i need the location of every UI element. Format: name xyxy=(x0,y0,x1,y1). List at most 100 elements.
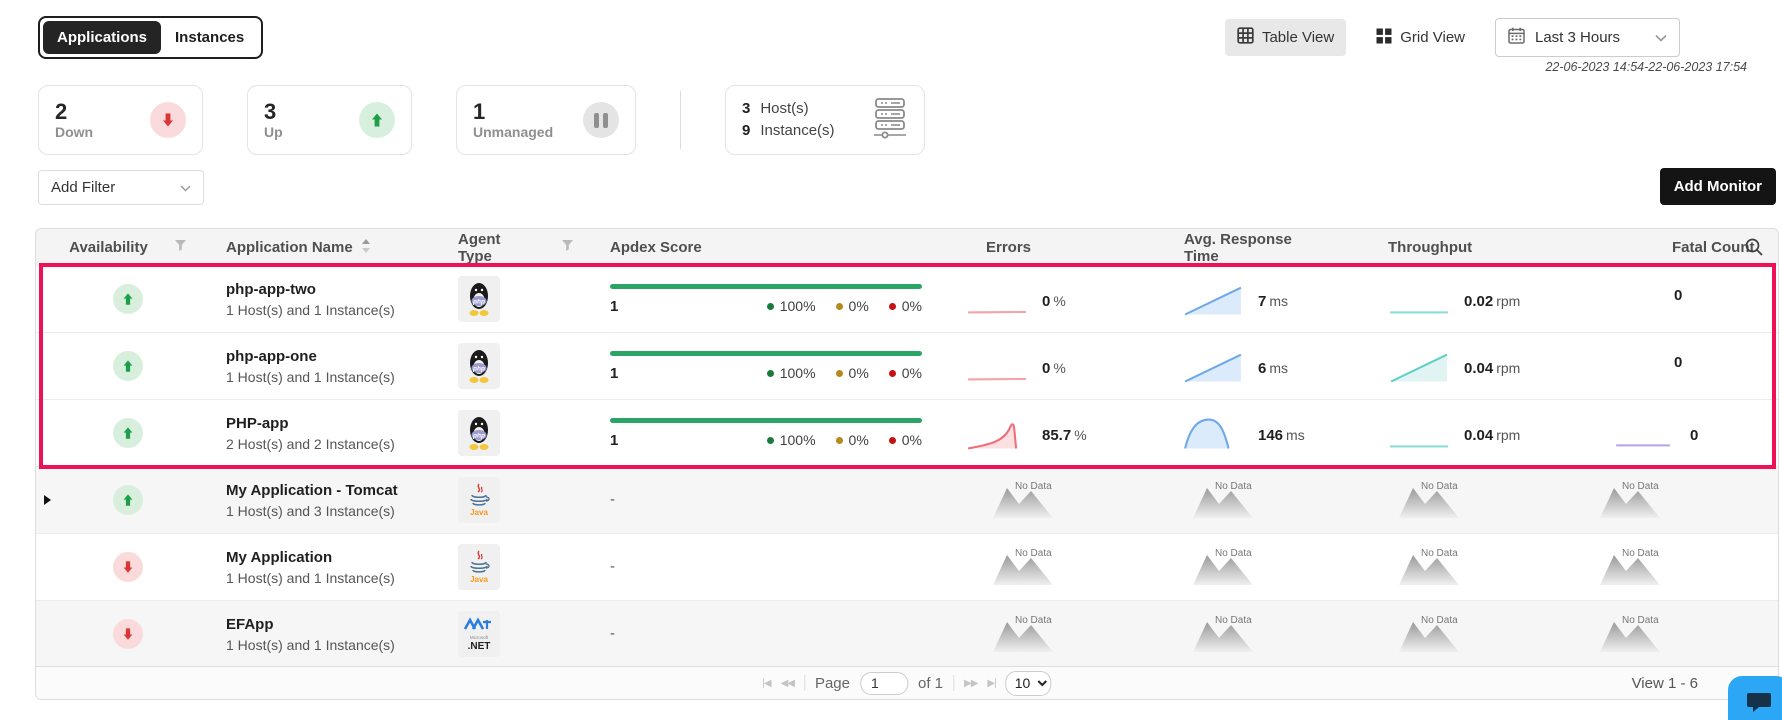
errors-no-data-icon: No Data xyxy=(991,547,1057,587)
filter-icon[interactable] xyxy=(174,239,187,256)
apdex-good-pct: 100% xyxy=(779,365,816,381)
apdex-fair-dot xyxy=(835,302,843,310)
pagination-bar: |◀ ◀◀ Page of 1 ▶▶ ▶| 10 View 1 - 6 xyxy=(36,666,1778,699)
avg-response-time-header[interactable]: Avg. Response Time xyxy=(1184,231,1326,265)
errors-value: 85.7 xyxy=(1042,427,1072,444)
up-arrow-icon[interactable] xyxy=(113,418,143,448)
add-monitor-button[interactable]: Add Monitor xyxy=(1659,168,1776,205)
apdex-poor-dot xyxy=(888,369,896,377)
page-size-select[interactable]: 10 xyxy=(1005,670,1052,696)
chevron-down-icon xyxy=(180,179,191,196)
page-number-input[interactable] xyxy=(860,671,909,695)
table-row[interactable]: My Application - Tomcat 1 Host(s) and 3 … xyxy=(36,467,1778,534)
table-row[interactable]: php-app-one 1 Host(s) and 1 Instance(s) … xyxy=(36,333,1778,400)
prev-page-icon[interactable]: ◀◀ xyxy=(781,678,795,689)
apdex-good-dot xyxy=(766,436,774,444)
apdex-fair-pct: 0% xyxy=(848,432,869,448)
apdex-fair-pct: 0% xyxy=(848,298,869,314)
up-arrow-icon[interactable] xyxy=(113,284,143,314)
unmanaged-card[interactable]: 1 Unmanaged xyxy=(456,85,636,155)
dotnet-agent-icon: Microsoft .NET xyxy=(458,611,500,657)
table-view-label: Table View xyxy=(1261,29,1335,46)
errors-no-data-icon: No Data xyxy=(991,480,1057,520)
filter-icon[interactable] xyxy=(561,239,574,256)
last-page-icon[interactable]: ▶| xyxy=(987,678,996,689)
pager-divider xyxy=(953,675,955,691)
apdex-poor-dot xyxy=(888,302,896,310)
next-page-icon[interactable]: ▶▶ xyxy=(964,678,978,689)
throughput-value: 0.02 xyxy=(1464,293,1494,310)
application-meta: 1 Host(s) and 3 Instance(s) xyxy=(226,502,395,519)
down-arrow-icon[interactable] xyxy=(113,619,143,649)
apdex-value: 1 xyxy=(610,431,619,449)
chat-icon xyxy=(1746,691,1772,720)
grid-view-button[interactable]: Grid View xyxy=(1364,20,1477,56)
down-count: 2 xyxy=(55,98,68,124)
down-label: Down xyxy=(55,124,94,141)
application-link[interactable]: My Application - Tomcat xyxy=(226,482,438,499)
application-meta: 1 Host(s) and 1 Instance(s) xyxy=(226,569,395,586)
table-row[interactable]: My Application 1 Host(s) and 1 Instance(… xyxy=(36,534,1778,601)
up-arrow-icon[interactable] xyxy=(113,485,143,515)
application-link[interactable]: php-app-one xyxy=(226,348,438,365)
applications-toggle[interactable]: Applications xyxy=(43,21,162,54)
svg-text:Java: Java xyxy=(470,508,488,517)
instances-toggle[interactable]: Instances xyxy=(161,21,258,54)
instances-label: Instance(s) xyxy=(760,122,835,139)
errors-header[interactable]: Errors xyxy=(986,239,1031,256)
svg-text:php: php xyxy=(472,366,485,373)
throughput-header[interactable]: Throughput xyxy=(1388,239,1472,256)
search-icon[interactable] xyxy=(1744,237,1764,261)
expand-row-icon[interactable] xyxy=(43,495,51,505)
php-agent-icon: php xyxy=(458,410,500,456)
fatal-value: 0 xyxy=(1690,427,1699,444)
application-meta: 1 Host(s) and 1 Instance(s) xyxy=(226,301,395,318)
response-value: 6 xyxy=(1258,360,1267,377)
application-link[interactable]: My Application xyxy=(226,549,438,566)
down-arrow-icon[interactable] xyxy=(113,552,143,582)
table-row[interactable]: PHP-app 2 Host(s) and 2 Instance(s) php … xyxy=(36,400,1778,467)
first-page-icon[interactable]: |◀ xyxy=(762,678,771,689)
throughput-sparkline xyxy=(1390,311,1448,314)
svg-text:php: php xyxy=(472,299,485,306)
availability-header[interactable]: Availability xyxy=(69,239,148,256)
fatal-count-header[interactable]: Fatal Count xyxy=(1672,239,1755,256)
apdex-value: - xyxy=(610,491,615,508)
table-view-button[interactable]: Table View xyxy=(1224,19,1347,56)
table-view-icon xyxy=(1237,27,1254,48)
grid-view-label: Grid View xyxy=(1400,29,1465,46)
apdex-bar xyxy=(610,350,922,356)
apdex-score-header[interactable]: Apdex Score xyxy=(610,239,702,256)
apdex-value: - xyxy=(610,558,615,575)
application-link[interactable]: php-app-two xyxy=(226,281,438,298)
table-row[interactable]: php-app-two 1 Host(s) and 1 Instance(s) … xyxy=(36,266,1778,333)
throughput-value: 0.04 xyxy=(1464,360,1494,377)
application-meta: 2 Host(s) and 2 Instance(s) xyxy=(226,435,395,452)
feedback-chat-button[interactable] xyxy=(1728,676,1782,720)
application-meta: 1 Host(s) and 1 Instance(s) xyxy=(226,368,395,385)
agent-type-header[interactable]: Agent Type xyxy=(458,231,525,265)
up-arrow-icon[interactable] xyxy=(113,351,143,381)
application-link[interactable]: EFApp xyxy=(226,616,438,633)
up-count: 3 xyxy=(264,98,277,124)
fatal-no-data-icon: No Data xyxy=(1598,614,1664,654)
fatal-no-data-icon: No Data xyxy=(1598,480,1664,520)
up-card[interactable]: 3 Up xyxy=(247,85,412,155)
down-card[interactable]: 2 Down xyxy=(38,85,203,155)
hosts-instances-card[interactable]: 3 Host(s) 9 Instance(s) xyxy=(725,85,925,155)
down-arrow-icon xyxy=(150,102,186,138)
application-link[interactable]: PHP-app xyxy=(226,415,438,432)
php-agent-icon: php xyxy=(458,276,500,322)
sort-icon[interactable] xyxy=(361,238,371,257)
throughput-no-data-icon: No Data xyxy=(1397,547,1463,587)
svg-text:php: php xyxy=(472,433,485,440)
add-filter-dropdown[interactable]: Add Filter xyxy=(38,170,204,205)
calendar-icon xyxy=(1508,27,1525,48)
application-name-header[interactable]: Application Name xyxy=(226,239,353,256)
apdex-bar xyxy=(610,417,922,423)
table-row[interactable]: EFApp 1 Host(s) and 1 Instance(s) Micros… xyxy=(36,601,1778,668)
apdex-fair-dot xyxy=(835,436,843,444)
apdex-bar xyxy=(610,283,922,289)
time-range-select[interactable]: Last 3 Hours xyxy=(1495,18,1680,57)
response-no-data-icon: No Data xyxy=(1191,614,1257,654)
